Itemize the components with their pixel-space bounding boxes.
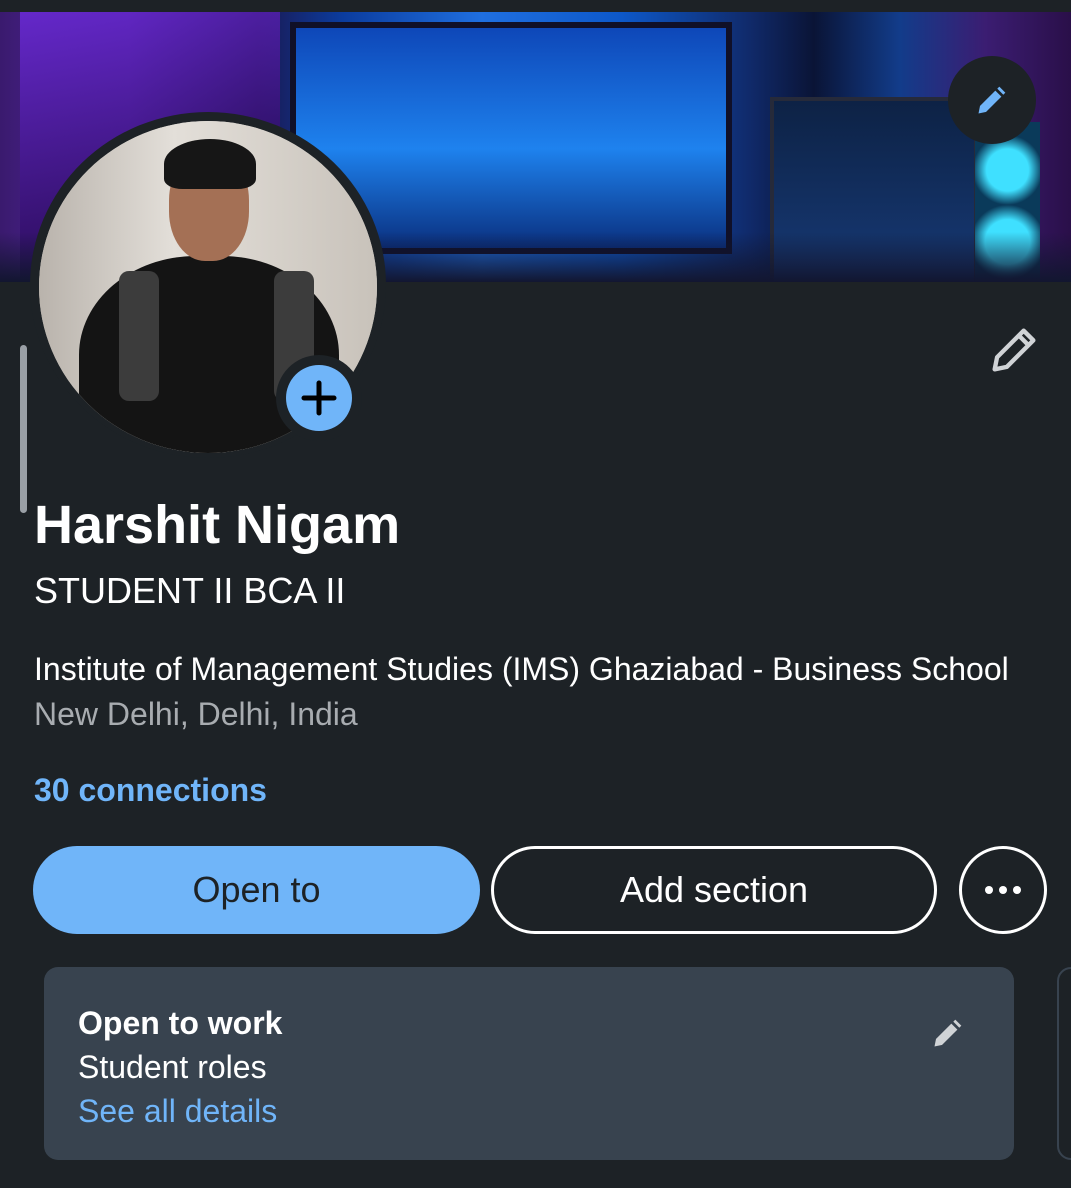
profile-headline: STUDENT II BCA II bbox=[34, 570, 346, 611]
profile-school[interactable]: Institute of Management Studies (IMS) Gh… bbox=[34, 651, 1009, 688]
more-actions-button[interactable] bbox=[959, 846, 1047, 934]
scrollbar[interactable] bbox=[20, 345, 27, 513]
avatar-backpack-strap-left bbox=[119, 271, 159, 401]
profile-name: Harshit Nigam bbox=[34, 495, 401, 555]
more-horizontal-icon bbox=[985, 886, 1021, 894]
plus-icon bbox=[301, 380, 337, 416]
profile-location: New Delhi, Delhi, India bbox=[34, 696, 358, 732]
add-photo-button-inner bbox=[286, 365, 352, 431]
pencil-icon bbox=[976, 84, 1008, 116]
add-section-button[interactable]: Add section bbox=[491, 846, 937, 934]
pencil-icon bbox=[932, 1017, 964, 1049]
open-to-work-subtitle: Student roles bbox=[78, 1049, 267, 1085]
add-photo-button[interactable] bbox=[276, 355, 362, 441]
edit-banner-button[interactable] bbox=[948, 56, 1036, 144]
edit-intro-button[interactable] bbox=[982, 318, 1046, 382]
status-bar-area bbox=[0, 0, 1071, 12]
pencil-icon bbox=[992, 328, 1036, 372]
connections-link[interactable]: 30 connections bbox=[34, 772, 267, 809]
edit-open-to-work-button[interactable] bbox=[924, 1009, 972, 1057]
add-section-button-label: Add section bbox=[619, 869, 809, 910]
see-all-details-link[interactable]: See all details bbox=[78, 1093, 277, 1130]
next-card-peek[interactable] bbox=[1057, 967, 1071, 1160]
open-to-button-label: Open to bbox=[192, 869, 321, 910]
open-to-work-card[interactable]: Open to work Student roles See all detai… bbox=[44, 967, 1014, 1160]
avatar-hair bbox=[164, 139, 256, 189]
open-to-work-title: Open to work bbox=[78, 1005, 283, 1041]
open-to-button[interactable]: Open to bbox=[33, 846, 480, 934]
